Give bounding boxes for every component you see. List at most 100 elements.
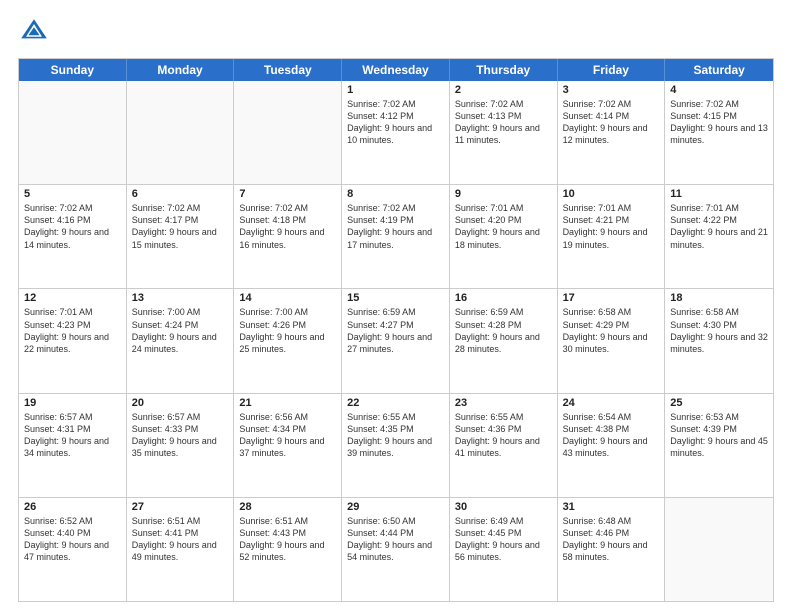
logo [18, 16, 54, 48]
day-number: 2 [455, 84, 552, 96]
day-number: 3 [563, 84, 660, 96]
day-cell-22: 22 Sunrise: 6:55 AM Sunset: 4:35 PM Dayli… [342, 394, 450, 497]
calendar-body: 1 Sunrise: 7:02 AM Sunset: 4:12 PM Daylig… [19, 81, 773, 601]
header-day-thursday: Thursday [450, 59, 558, 81]
logo-icon [18, 16, 50, 48]
header-day-friday: Friday [558, 59, 666, 81]
cell-info: Sunrise: 7:00 AM Sunset: 4:24 PM Dayligh… [132, 306, 229, 355]
header [18, 16, 774, 48]
day-number: 19 [24, 397, 121, 409]
header-day-wednesday: Wednesday [342, 59, 450, 81]
cell-info: Sunrise: 6:49 AM Sunset: 4:45 PM Dayligh… [455, 515, 552, 564]
calendar-row-1: 5Sunrise: 7:02 AM Sunset: 4:16 PM Daylig… [19, 184, 773, 288]
day-number: 7 [239, 188, 336, 200]
cell-info: Sunrise: 7:01 AM Sunset: 4:22 PM Dayligh… [670, 202, 768, 251]
day-number: 17 [563, 292, 660, 304]
cell-info: Sunrise: 6:59 AM Sunset: 4:27 PM Dayligh… [347, 306, 444, 355]
day-number: 20 [132, 397, 229, 409]
cell-info: Sunrise: 7:02 AM Sunset: 4:17 PM Dayligh… [132, 202, 229, 251]
day-cell-29: 29Sunrise: 6:50 AM Sunset: 4:44 PM Dayli… [342, 498, 450, 601]
day-cell-16: 16 Sunrise: 6:59 AM Sunset: 4:28 PM Dayli… [450, 289, 558, 392]
day-cell-14: 14Sunrise: 7:00 AM Sunset: 4:26 PM Dayli… [234, 289, 342, 392]
cell-info: Sunrise: 6:59 AM Sunset: 4:28 PM Dayligh… [455, 306, 552, 355]
day-cell-13: 13 Sunrise: 7:00 AM Sunset: 4:24 PM Dayli… [127, 289, 235, 392]
day-number: 12 [24, 292, 121, 304]
cell-info: Sunrise: 6:56 AM Sunset: 4:34 PM Dayligh… [239, 411, 336, 460]
day-number: 8 [347, 188, 444, 200]
day-cell-20: 20 Sunrise: 6:57 AM Sunset: 4:33 PM Dayli… [127, 394, 235, 497]
day-number: 15 [347, 292, 444, 304]
day-cell-4: 4Sunrise: 7:02 AM Sunset: 4:15 PM Daylig… [665, 81, 773, 184]
calendar-row-0: 1 Sunrise: 7:02 AM Sunset: 4:12 PM Daylig… [19, 81, 773, 184]
day-cell-11: 11 Sunrise: 7:01 AM Sunset: 4:22 PM Dayli… [665, 185, 773, 288]
day-number: 18 [670, 292, 768, 304]
day-cell-10: 10 Sunrise: 7:01 AM Sunset: 4:21 PM Dayli… [558, 185, 666, 288]
day-number: 11 [670, 188, 768, 200]
day-number: 13 [132, 292, 229, 304]
cell-info: Sunrise: 6:54 AM Sunset: 4:38 PM Dayligh… [563, 411, 660, 460]
header-day-sunday: Sunday [19, 59, 127, 81]
cell-info: Sunrise: 7:01 AM Sunset: 4:20 PM Dayligh… [455, 202, 552, 251]
day-cell-21: 21 Sunrise: 6:56 AM Sunset: 4:34 PM Dayli… [234, 394, 342, 497]
cell-info: Sunrise: 7:02 AM Sunset: 4:12 PM Dayligh… [347, 98, 444, 147]
header-day-tuesday: Tuesday [234, 59, 342, 81]
empty-cell-0-0 [19, 81, 127, 184]
day-cell-3: 3 Sunrise: 7:02 AM Sunset: 4:14 PM Daylig… [558, 81, 666, 184]
cell-info: Sunrise: 6:53 AM Sunset: 4:39 PM Dayligh… [670, 411, 768, 460]
day-cell-15: 15 Sunrise: 6:59 AM Sunset: 4:27 PM Dayli… [342, 289, 450, 392]
day-cell-19: 19 Sunrise: 6:57 AM Sunset: 4:31 PM Dayli… [19, 394, 127, 497]
calendar-row-4: 26 Sunrise: 6:52 AM Sunset: 4:40 PM Dayli… [19, 497, 773, 601]
day-number: 23 [455, 397, 552, 409]
day-cell-31: 31 Sunrise: 6:48 AM Sunset: 4:46 PM Dayli… [558, 498, 666, 601]
day-number: 21 [239, 397, 336, 409]
day-number: 5 [24, 188, 121, 200]
cell-info: Sunrise: 6:52 AM Sunset: 4:40 PM Dayligh… [24, 515, 121, 564]
calendar-header: SundayMondayTuesdayWednesdayThursdayFrid… [19, 59, 773, 81]
day-number: 1 [347, 84, 444, 96]
calendar-row-2: 12 Sunrise: 7:01 AM Sunset: 4:23 PM Dayli… [19, 288, 773, 392]
day-cell-1: 1 Sunrise: 7:02 AM Sunset: 4:12 PM Daylig… [342, 81, 450, 184]
day-number: 22 [347, 397, 444, 409]
cell-info: Sunrise: 6:51 AM Sunset: 4:41 PM Dayligh… [132, 515, 229, 564]
day-cell-18: 18 Sunrise: 6:58 AM Sunset: 4:30 PM Dayli… [665, 289, 773, 392]
cell-info: Sunrise: 6:55 AM Sunset: 4:36 PM Dayligh… [455, 411, 552, 460]
day-number: 26 [24, 501, 121, 513]
day-cell-9: 9Sunrise: 7:01 AM Sunset: 4:20 PM Daylig… [450, 185, 558, 288]
day-cell-27: 27 Sunrise: 6:51 AM Sunset: 4:41 PM Dayli… [127, 498, 235, 601]
cell-info: Sunrise: 6:57 AM Sunset: 4:33 PM Dayligh… [132, 411, 229, 460]
cell-info: Sunrise: 7:02 AM Sunset: 4:14 PM Dayligh… [563, 98, 660, 147]
day-cell-6: 6 Sunrise: 7:02 AM Sunset: 4:17 PM Daylig… [127, 185, 235, 288]
calendar-row-3: 19 Sunrise: 6:57 AM Sunset: 4:31 PM Dayli… [19, 393, 773, 497]
cell-info: Sunrise: 7:00 AM Sunset: 4:26 PM Dayligh… [239, 306, 336, 355]
day-cell-28: 28Sunrise: 6:51 AM Sunset: 4:43 PM Dayli… [234, 498, 342, 601]
empty-cell-0-2 [234, 81, 342, 184]
day-number: 10 [563, 188, 660, 200]
day-number: 31 [563, 501, 660, 513]
day-number: 6 [132, 188, 229, 200]
header-day-saturday: Saturday [665, 59, 773, 81]
day-number: 27 [132, 501, 229, 513]
day-cell-5: 5Sunrise: 7:02 AM Sunset: 4:16 PM Daylig… [19, 185, 127, 288]
cell-info: Sunrise: 7:01 AM Sunset: 4:23 PM Dayligh… [24, 306, 121, 355]
cell-info: Sunrise: 7:02 AM Sunset: 4:13 PM Dayligh… [455, 98, 552, 147]
empty-cell-0-1 [127, 81, 235, 184]
cell-info: Sunrise: 6:48 AM Sunset: 4:46 PM Dayligh… [563, 515, 660, 564]
day-cell-24: 24Sunrise: 6:54 AM Sunset: 4:38 PM Dayli… [558, 394, 666, 497]
day-cell-23: 23 Sunrise: 6:55 AM Sunset: 4:36 PM Dayli… [450, 394, 558, 497]
day-number: 16 [455, 292, 552, 304]
day-number: 30 [455, 501, 552, 513]
cell-info: Sunrise: 6:55 AM Sunset: 4:35 PM Dayligh… [347, 411, 444, 460]
cell-info: Sunrise: 7:01 AM Sunset: 4:21 PM Dayligh… [563, 202, 660, 251]
day-cell-8: 8 Sunrise: 7:02 AM Sunset: 4:19 PM Daylig… [342, 185, 450, 288]
day-cell-26: 26 Sunrise: 6:52 AM Sunset: 4:40 PM Dayli… [19, 498, 127, 601]
cell-info: Sunrise: 6:51 AM Sunset: 4:43 PM Dayligh… [239, 515, 336, 564]
cell-info: Sunrise: 7:02 AM Sunset: 4:18 PM Dayligh… [239, 202, 336, 251]
day-number: 29 [347, 501, 444, 513]
cell-info: Sunrise: 7:02 AM Sunset: 4:19 PM Dayligh… [347, 202, 444, 251]
cell-info: Sunrise: 6:58 AM Sunset: 4:30 PM Dayligh… [670, 306, 768, 355]
cell-info: Sunrise: 7:02 AM Sunset: 4:15 PM Dayligh… [670, 98, 768, 147]
cell-info: Sunrise: 6:57 AM Sunset: 4:31 PM Dayligh… [24, 411, 121, 460]
day-cell-17: 17Sunrise: 6:58 AM Sunset: 4:29 PM Dayli… [558, 289, 666, 392]
empty-cell-4-6 [665, 498, 773, 601]
day-cell-30: 30 Sunrise: 6:49 AM Sunset: 4:45 PM Dayli… [450, 498, 558, 601]
